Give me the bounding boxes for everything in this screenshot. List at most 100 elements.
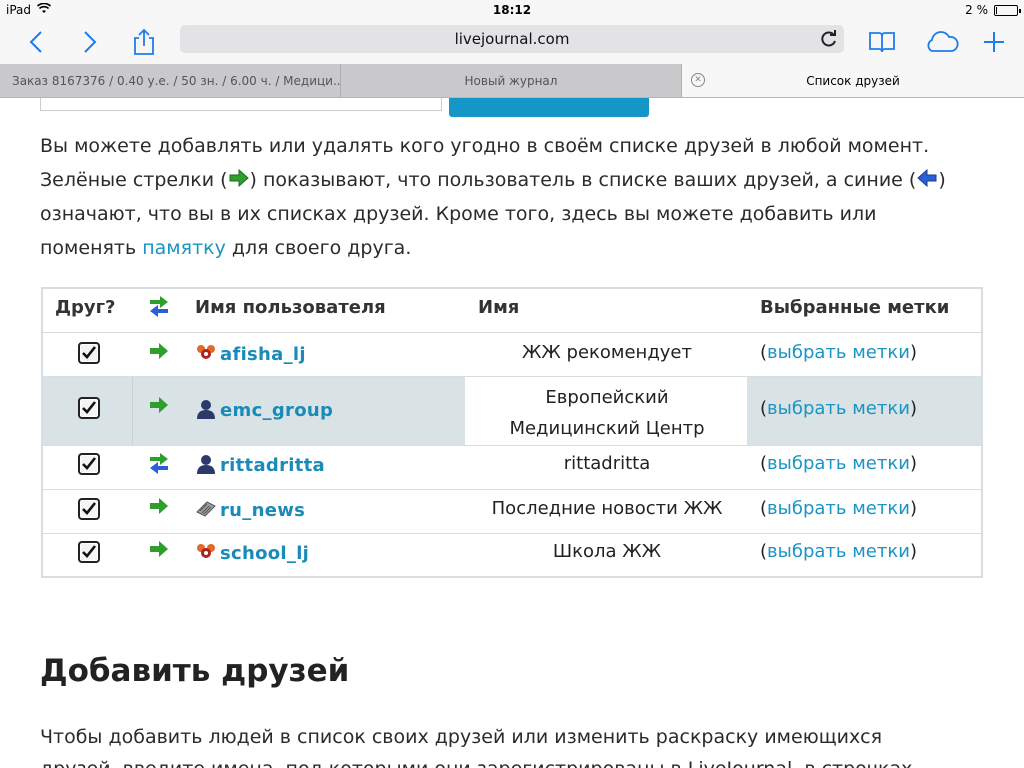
- green-arrow-icon: [150, 541, 168, 557]
- browser-toolbar: livejournal.com: [0, 20, 1024, 64]
- plus-icon: [984, 32, 1004, 52]
- tab-label: Заказ 8167376 / 0.40 у.е. / 50 зн. / 6.0…: [12, 73, 341, 88]
- status-bar: iPad 18:12 2 %: [0, 0, 1024, 20]
- intro-line-3: означают, что вы в их списках друзей. Кр…: [40, 203, 877, 225]
- choose-tags-link[interactable]: выбрать метки: [767, 541, 910, 562]
- table-header: Друг? Имя пользователя Имя Выбранные мет…: [43, 289, 981, 332]
- username-cell[interactable]: school_lj: [195, 541, 309, 564]
- memo-link[interactable]: памятку: [142, 237, 226, 259]
- news-icon: [196, 501, 216, 517]
- table-row: emc_group Европейский Медицинский Центр …: [43, 376, 981, 445]
- name-line: Европейский: [545, 387, 669, 408]
- green-arrow-icon: [150, 397, 168, 413]
- friend-checkbox[interactable]: [78, 541, 100, 563]
- intro-text-part: поменять: [40, 237, 143, 259]
- chevron-left-icon: [29, 31, 42, 53]
- green-arrow-icon: [150, 498, 168, 514]
- cloud-icon: [927, 31, 959, 52]
- tab-bar: Заказ 8167376 / 0.40 у.е. / 50 зн. / 6.0…: [0, 64, 1024, 98]
- username-link[interactable]: ru_news: [220, 500, 305, 521]
- friend-checkbox[interactable]: [78, 342, 100, 364]
- username-link[interactable]: afisha_lj: [220, 344, 306, 365]
- tags-bracket: (: [760, 498, 768, 519]
- section-title: Добавить друзей: [40, 653, 350, 689]
- back-button[interactable]: [20, 26, 52, 58]
- intro-text-part: Зелёные стрелки (: [40, 169, 228, 191]
- book-icon: [869, 32, 895, 53]
- paragraph-line: Чтобы добавить людей в список своих друз…: [40, 726, 883, 748]
- choose-tags-link[interactable]: выбрать метки: [767, 342, 910, 363]
- friend-checkbox[interactable]: [78, 397, 100, 419]
- partial-submit-button[interactable]: [449, 98, 649, 117]
- tags-bracket: (: [760, 398, 768, 419]
- tags-cell: (выбрать метки): [760, 453, 917, 474]
- header-username: Имя пользователя: [195, 297, 386, 318]
- name-cell: Последние новости ЖЖ: [491, 498, 723, 519]
- user-icon: [197, 455, 215, 474]
- community-icon: [197, 345, 215, 359]
- username-link[interactable]: school_lj: [220, 543, 309, 564]
- choose-tags-link[interactable]: выбрать метки: [767, 453, 910, 474]
- clock: 18:12: [492, 3, 532, 17]
- friend-checkbox[interactable]: [78, 453, 100, 475]
- green-arrow-icon: [229, 168, 249, 188]
- table-row: afisha_lj ЖЖ рекомендует (выбрать метки): [43, 332, 981, 376]
- icloud-tabs-button[interactable]: [922, 26, 962, 58]
- username-cell[interactable]: ru_news: [195, 498, 305, 521]
- forward-button[interactable]: [74, 26, 106, 58]
- share-button[interactable]: [128, 26, 160, 58]
- intro-text-part: ) показывают, что пользователь в списке …: [249, 169, 917, 191]
- mutual-arrows-icon: [150, 296, 168, 317]
- username-link[interactable]: rittadritta: [220, 455, 325, 476]
- name-cell: ЖЖ рекомендует: [522, 342, 692, 363]
- partial-input-field[interactable]: [40, 98, 442, 111]
- intro-text-part: для своего друга.: [225, 237, 412, 259]
- table-row: school_lj Школа ЖЖ (выбрать метки): [43, 533, 981, 576]
- reload-icon[interactable]: [820, 30, 838, 48]
- tags-bracket: (: [760, 541, 768, 562]
- intro-line-2: Зелёные стрелки ( ) показывают, что польз…: [40, 163, 990, 197]
- tags-bracket: (: [760, 453, 768, 474]
- table-row: rittadritta rittadritta (выбрать метки): [43, 445, 981, 489]
- tags-bracket: (: [760, 342, 768, 363]
- tags-cell: (выбрать метки): [760, 498, 917, 519]
- blue-arrow-icon: [917, 168, 937, 188]
- intro-line-4: поменять памятку для своего друга.: [40, 231, 990, 265]
- url-text: livejournal.com: [454, 30, 570, 48]
- tags-bracket: ): [909, 398, 917, 419]
- name-cell: rittadritta: [563, 453, 651, 474]
- tab-friends-list[interactable]: ✕ Список друзей: [682, 64, 1024, 97]
- close-tab-icon[interactable]: ✕: [691, 73, 705, 87]
- bookmarks-button[interactable]: [866, 26, 898, 58]
- tab-new-journal[interactable]: Новый журнал: [341, 64, 682, 97]
- username-cell[interactable]: afisha_lj: [195, 342, 306, 365]
- username-cell[interactable]: rittadritta: [195, 453, 325, 476]
- tab-label: Новый журнал: [464, 73, 558, 88]
- chevron-right-icon: [84, 31, 97, 53]
- header-friend: Друг?: [55, 297, 116, 318]
- tab-order[interactable]: Заказ 8167376 / 0.40 у.е. / 50 зн. / 6.0…: [0, 64, 341, 97]
- choose-tags-link[interactable]: выбрать метки: [767, 498, 910, 519]
- tab-label: Список друзей: [806, 73, 900, 88]
- table-row: ru_news Последние новости ЖЖ (выбрать ме…: [43, 489, 981, 533]
- add-friends-text: Чтобы добавить людей в список своих друз…: [40, 721, 1000, 768]
- battery-percent: 2 %: [965, 3, 988, 17]
- address-bar[interactable]: livejournal.com: [180, 25, 844, 53]
- tags-bracket: ): [909, 541, 917, 562]
- column-divider: [132, 377, 133, 445]
- choose-tags-link[interactable]: выбрать метки: [767, 398, 910, 419]
- friend-checkbox[interactable]: [78, 498, 100, 520]
- tags-bracket: ): [909, 453, 917, 474]
- new-tab-button[interactable]: [978, 26, 1010, 58]
- username-link[interactable]: emc_group: [220, 400, 333, 421]
- header-tags: Выбранные метки: [760, 297, 950, 318]
- tags-bracket: ): [909, 498, 917, 519]
- tags-cell: (выбрать метки): [760, 342, 917, 363]
- username-cell[interactable]: emc_group: [195, 398, 333, 421]
- mutual-arrows-icon: [150, 453, 168, 474]
- tags-bracket: ): [909, 342, 917, 363]
- tags-cell: (выбрать метки): [760, 541, 917, 562]
- green-arrow-icon: [150, 343, 168, 359]
- intro-text: Вы можете добавлять или удалять кого уго…: [40, 129, 990, 265]
- community-icon: [197, 544, 215, 558]
